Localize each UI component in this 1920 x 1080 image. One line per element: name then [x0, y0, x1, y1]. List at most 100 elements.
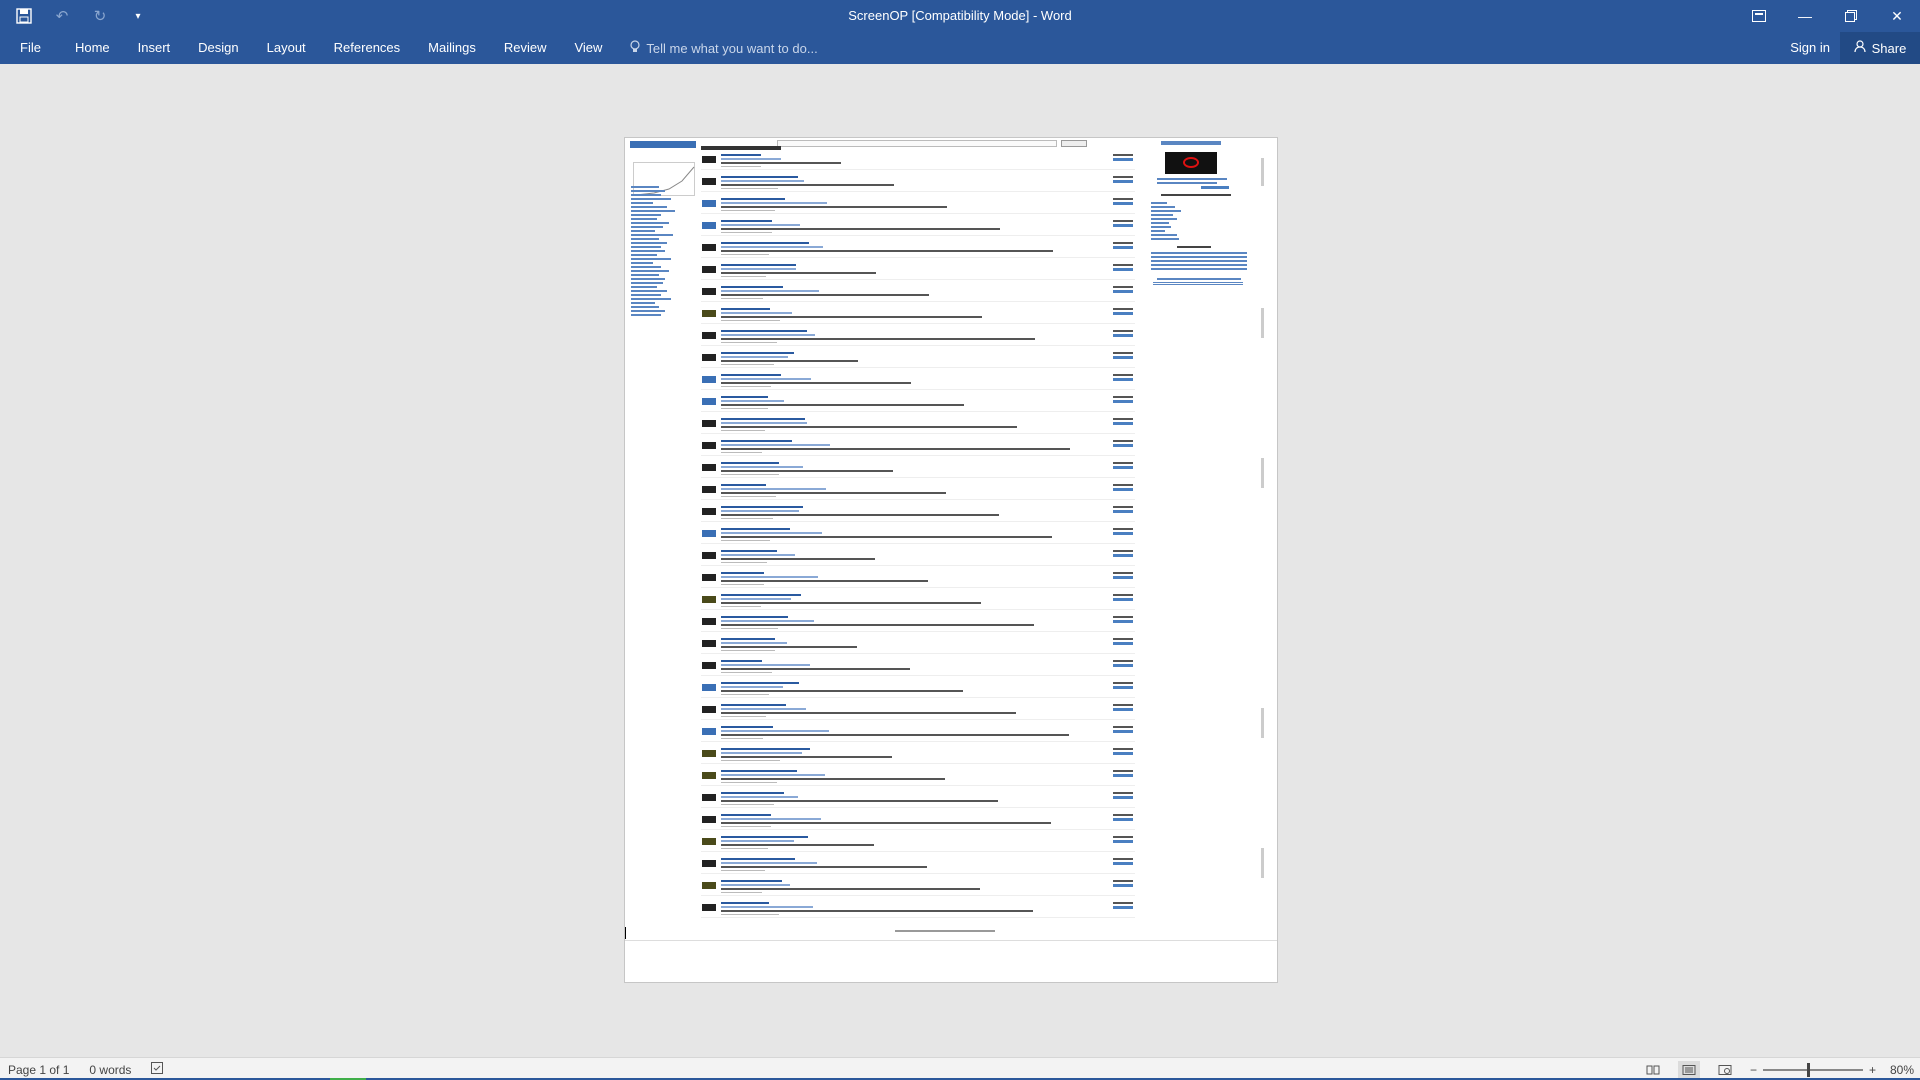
status-left: Page 1 of 1 0 words	[8, 1058, 165, 1080]
document-area[interactable]	[0, 64, 1920, 1057]
zoom-out-icon[interactable]: −	[1750, 1063, 1757, 1077]
proofing-icon[interactable]	[151, 1062, 165, 1077]
webpage-list-item	[701, 328, 1135, 346]
webpage-list-item	[701, 526, 1135, 544]
word-count[interactable]: 0 words	[89, 1063, 131, 1077]
webpage-category-link	[631, 314, 661, 316]
restore-icon[interactable]	[1828, 0, 1874, 32]
minimize-icon[interactable]: —	[1782, 0, 1828, 32]
webpage-list-item	[701, 372, 1135, 390]
ribbon-tabs: File Home Insert Design Layout Reference…	[0, 32, 1920, 64]
webpage-category-link	[631, 274, 659, 276]
share-label: Share	[1871, 40, 1907, 56]
webpage-category-link	[631, 302, 655, 304]
webpage-list-item	[701, 196, 1135, 214]
status-bar: Page 1 of 1 0 words − + 80%	[0, 1057, 1920, 1080]
webpage-footer	[895, 930, 995, 932]
webpage-list-item	[701, 636, 1135, 654]
webpage-list-item	[701, 812, 1135, 830]
window-controls: — ✕	[1736, 0, 1920, 32]
tab-references[interactable]: References	[320, 32, 414, 64]
zoom-slider[interactable]	[1762, 1062, 1863, 1077]
tab-view[interactable]: View	[560, 32, 616, 64]
webpage-category-link	[631, 290, 667, 292]
webpage-category-link	[631, 210, 675, 212]
webpage-list-item	[701, 152, 1135, 170]
webpage-category-link	[631, 222, 669, 224]
webpage-category-link	[631, 190, 665, 192]
webpage-category-link	[631, 186, 659, 188]
ribbon-display-options-icon[interactable]	[1736, 0, 1782, 32]
tab-layout[interactable]: Layout	[253, 32, 320, 64]
zoom-control: − +	[1750, 1062, 1876, 1077]
tab-home[interactable]: Home	[61, 32, 124, 64]
webpage-list-item	[701, 834, 1135, 852]
webpage-list-item	[701, 900, 1135, 918]
webpage-list-item	[701, 416, 1135, 434]
close-icon[interactable]: ✕	[1874, 0, 1920, 32]
webpage-list-item	[701, 438, 1135, 456]
webpage-list-item	[701, 570, 1135, 588]
webpage-list-item	[701, 790, 1135, 808]
webpage-category-link	[631, 298, 671, 300]
webpage-list-item	[701, 768, 1135, 786]
webpage-logo	[630, 141, 696, 148]
webpage-category-link	[631, 258, 671, 260]
webpage-list-item	[701, 702, 1135, 720]
tab-design[interactable]: Design	[184, 32, 252, 64]
webpage-list-item	[701, 174, 1135, 192]
webpage-category-link	[631, 254, 657, 256]
page-count[interactable]: Page 1 of 1	[8, 1063, 69, 1077]
tab-file[interactable]: File	[0, 32, 61, 64]
tab-mailings[interactable]: Mailings	[414, 32, 490, 64]
webpage-category-link	[631, 214, 661, 216]
pasted-webpage-screenshot	[625, 138, 1277, 941]
webpage-list-item	[701, 218, 1135, 236]
read-mode-icon[interactable]	[1642, 1061, 1664, 1079]
webpage-list-item	[701, 548, 1135, 566]
tab-review[interactable]: Review	[490, 32, 561, 64]
webpage-list-item	[701, 284, 1135, 302]
webpage-list-item	[701, 680, 1135, 698]
webpage-heading	[701, 146, 781, 150]
text-cursor	[625, 927, 626, 939]
webpage-list-item	[701, 658, 1135, 676]
lightbulb-icon	[630, 39, 641, 57]
tell-me-placeholder: Tell me what you want to do...	[646, 40, 818, 56]
zoom-level[interactable]: 80%	[1890, 1063, 1914, 1077]
web-layout-icon[interactable]	[1714, 1061, 1736, 1079]
webpage-list-item	[701, 240, 1135, 258]
webpage-list-item	[701, 856, 1135, 874]
webpage-category-link	[631, 226, 663, 228]
webpage-list-item	[701, 746, 1135, 764]
webpage-list-item	[701, 394, 1135, 412]
sign-in-link[interactable]: Sign in	[1790, 32, 1830, 64]
zoom-in-icon[interactable]: +	[1869, 1063, 1876, 1077]
webpage-right-sidebar	[1147, 142, 1269, 322]
webpage-list-item	[701, 724, 1135, 742]
webpage-category-link	[631, 282, 663, 284]
webpage-category-link	[631, 266, 661, 268]
webpage-category-link	[631, 202, 653, 204]
status-right: − + 80%	[1642, 1058, 1914, 1080]
print-layout-icon[interactable]	[1677, 1060, 1700, 1079]
tab-insert[interactable]: Insert	[124, 32, 185, 64]
webpage-main-list	[701, 146, 1135, 936]
webpage-ad-image	[1165, 152, 1217, 174]
webpage-list-item	[701, 482, 1135, 500]
webpage-list-item	[701, 878, 1135, 896]
zoom-slider-handle[interactable]	[1806, 1062, 1810, 1077]
webpage-category-link	[631, 286, 657, 288]
webpage-category-link	[631, 238, 659, 240]
tell-me-box[interactable]: Tell me what you want to do...	[630, 39, 818, 57]
webpage-category-link	[631, 218, 657, 220]
share-button[interactable]: Share	[1840, 32, 1920, 64]
webpage-category-link	[631, 278, 665, 280]
document-page[interactable]	[624, 137, 1278, 983]
webpage-category-link	[631, 246, 661, 248]
webpage-category-link	[631, 250, 665, 252]
webpage-category-link	[631, 242, 667, 244]
webpage-category-link	[631, 306, 659, 308]
webpage-category-link	[631, 234, 673, 236]
webpage-list-item	[701, 592, 1135, 610]
